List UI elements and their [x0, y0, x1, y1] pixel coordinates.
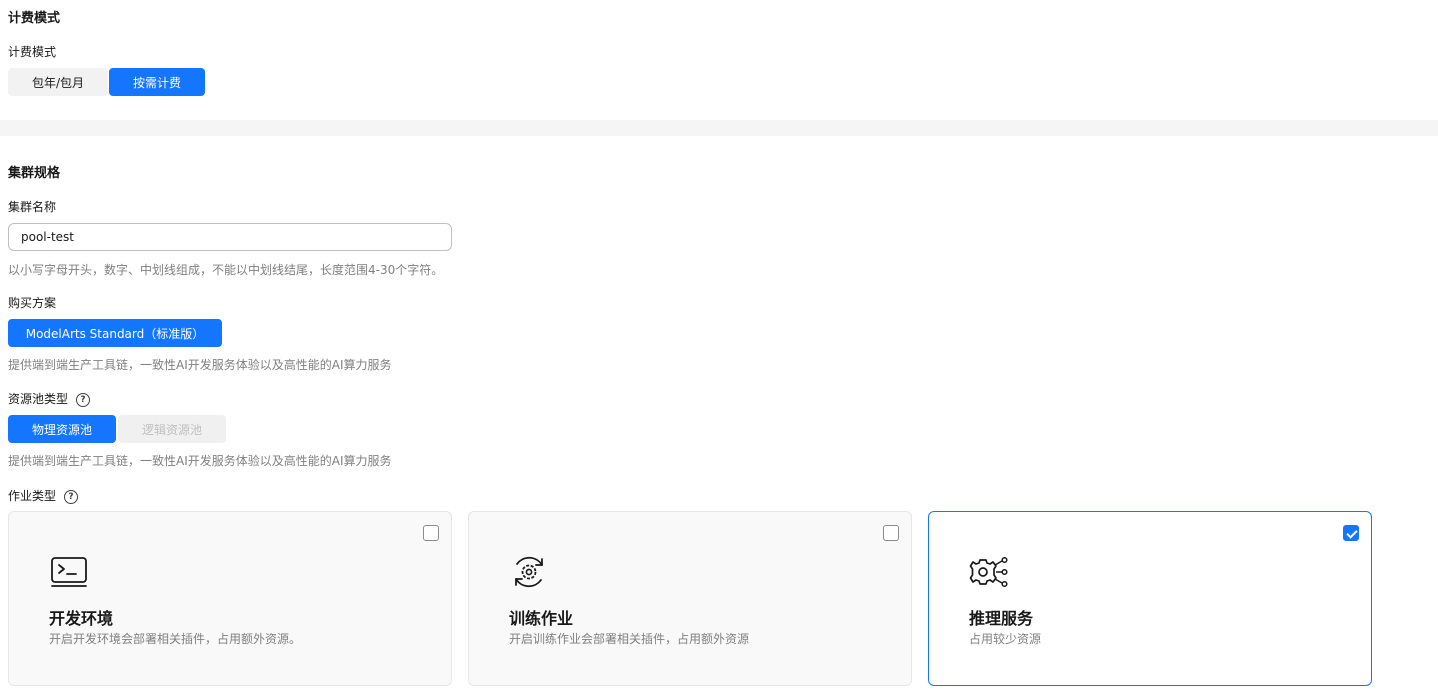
help-icon[interactable]: ?: [76, 392, 91, 407]
dev-environment-desc: 开启开发环境会部署相关插件，占用额外资源。: [49, 632, 302, 646]
purchase-plan-hint: 提供端到端生产工具链，一致性AI开发服务体验以及高性能的AI算力服务: [8, 358, 392, 372]
training-gear-icon: [515, 556, 543, 588]
pool-type-option-physical[interactable]: 物理资源池: [8, 415, 116, 443]
cluster-name-label: 集群名称: [8, 200, 57, 214]
inference-service-checkbox[interactable]: [1343, 525, 1359, 541]
dev-environment-checkbox[interactable]: [423, 525, 439, 541]
job-type-card-dev-environment[interactable]: 开发环境 开启开发环境会部署相关插件，占用额外资源。: [8, 511, 452, 686]
cluster-name-input[interactable]: [8, 223, 452, 251]
pool-type-label-row: 资源池类型 ?: [8, 390, 91, 407]
billing-mode-label: 计费模式: [8, 45, 57, 59]
section-divider: [0, 120, 1438, 136]
pool-type-hint: 提供端到端生产工具链，一致性AI开发服务体验以及高性能的AI算力服务: [8, 454, 392, 468]
training-job-title: 训练作业: [509, 609, 574, 628]
purchase-plan-label: 购买方案: [8, 296, 57, 310]
billing-section-title: 计费模式: [8, 11, 61, 26]
dev-environment-title: 开发环境: [49, 609, 114, 628]
inference-service-desc: 占用较少资源: [969, 632, 1042, 646]
training-job-desc: 开启训练作业会部署相关插件，占用额外资源: [509, 632, 750, 646]
job-type-card-inference-service[interactable]: 推理服务 占用较少资源: [928, 511, 1372, 686]
cluster-section-title: 集群规格: [8, 166, 61, 181]
billing-option-yearly-monthly[interactable]: 包年/包月: [8, 68, 108, 96]
job-type-label: 作业类型: [8, 489, 57, 503]
job-type-label-row: 作业类型 ?: [8, 487, 79, 504]
job-type-card-training-job[interactable]: 训练作业 开启训练作业会部署相关插件，占用额外资源: [468, 511, 912, 686]
terminal-icon: [51, 557, 87, 587]
cluster-name-hint: 以小写字母开头，数字、中划线组成，不能以中划线结尾，长度范围4-30个字符。: [8, 263, 444, 277]
help-icon[interactable]: ?: [64, 489, 79, 504]
inference-gear-icon: [969, 556, 1008, 588]
pool-type-label: 资源池类型: [8, 392, 69, 406]
plan-option-standard[interactable]: ModelArts Standard（标准版）: [8, 319, 222, 347]
inference-service-title: 推理服务: [969, 609, 1034, 628]
billing-option-pay-per-use[interactable]: 按需计费: [109, 68, 205, 96]
training-job-checkbox[interactable]: [883, 525, 899, 541]
pool-type-option-logical[interactable]: 逻辑资源池: [118, 415, 226, 443]
